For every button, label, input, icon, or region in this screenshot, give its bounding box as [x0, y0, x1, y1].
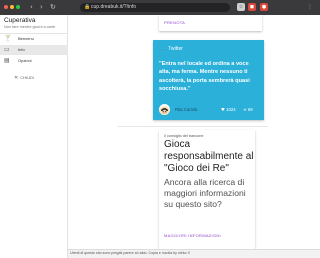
bookmark-icon[interactable]: ☆: [237, 3, 245, 11]
tweet-footer: Rita Cariola ♥ 1024 ⋖ 69: [153, 104, 264, 116]
shares-count: 69: [247, 107, 253, 112]
share-icon: ⋖: [243, 108, 247, 113]
cookie-bar: Utenti di questo sito sono pregati parer…: [68, 249, 320, 258]
forward-arrow-icon[interactable]: ›: [40, 3, 43, 12]
more-info-button[interactable]: MAGGIORI INFORMAZIONI: [164, 233, 221, 238]
likes-count: 1024: [226, 107, 236, 112]
close-window-button[interactable]: [4, 5, 8, 9]
browser-toolbar: ‹ › ↻ 🔒 cup.dreabuk.it/?/info ☆ ◼ ● ⋮: [0, 0, 320, 15]
promo-title: Gioca responsabilmente al "Gioco dei Re": [164, 139, 254, 174]
tweet-user-name[interactable]: Rita Cariola: [175, 107, 197, 112]
sidebar-item-benvenuto[interactable]: 🍸 Benvenu: [0, 34, 68, 44]
sidebar-item-info[interactable]: ▭ Info: [0, 45, 68, 55]
close-icon: ✕: [14, 75, 19, 81]
tweet-shares[interactable]: ⋖ 69: [243, 107, 253, 113]
sidebar-item-label: Info: [18, 47, 25, 52]
promo-body: Ancora alla ricerca di maggiori informaz…: [164, 177, 246, 209]
navigation-drawer: Cuperativa Non fare mentre giochi a cart…: [0, 15, 68, 258]
promo-kicker: Il consiglio del bancone: [164, 134, 204, 138]
tweet-text: "Entra nel locale ed ordina a voce alta,…: [159, 61, 250, 93]
avatar[interactable]: [159, 104, 170, 115]
menu-icon[interactable]: ⋮: [306, 3, 314, 11]
twitter-card: 🐦 Twitter "Entra nel locale ed ordina a v…: [153, 40, 264, 120]
twitter-card-header: 🐦 Twitter: [159, 46, 183, 52]
booking-card: PRENOTA: [159, 15, 262, 31]
app-subtitle: Non fare mentre giochi a carte: [4, 25, 56, 29]
sidebar-item-label: Benvenu: [18, 36, 34, 41]
maximize-window-button[interactable]: [16, 5, 20, 9]
cookie-text: Utenti di questo sito sono pregati parer…: [70, 251, 191, 255]
extension-icon[interactable]: ◼: [248, 3, 256, 11]
heart-icon: ♥: [221, 108, 225, 113]
notification-icon[interactable]: ●: [260, 3, 268, 11]
address-url: cup.dreabuk.it/?/info: [91, 4, 137, 10]
minimize-window-button[interactable]: [10, 5, 14, 9]
promo-card: Il consiglio del bancone Gioca responsab…: [159, 130, 255, 255]
settings-icon: ▤: [4, 57, 10, 64]
twitter-source: Twitter: [168, 46, 183, 52]
lock-icon: 🔒: [84, 4, 91, 10]
sidebar-item-label: Opzioni: [18, 58, 32, 63]
booking-link[interactable]: PRENOTA: [164, 20, 185, 25]
app: Cuperativa Non fare mentre giochi a cart…: [0, 15, 320, 258]
cup-icon: 🍸: [4, 35, 12, 42]
back-arrow-icon[interactable]: ‹: [30, 3, 33, 12]
tweet-likes[interactable]: ♥ 1024: [221, 107, 236, 113]
twitter-bird-icon: 🐦: [159, 46, 166, 52]
close-label: CHIUDI: [20, 75, 34, 80]
info-icon: ▭: [4, 46, 10, 53]
reload-icon[interactable]: ↻: [50, 3, 56, 12]
sidebar-item-opzioni[interactable]: ▤ Opzioni: [0, 56, 68, 66]
main-content: PRENOTA 🐦 Twitter "Entra nel locale ed or…: [68, 15, 320, 258]
address-bar[interactable]: 🔒 cup.dreabuk.it/?/info: [80, 3, 230, 12]
divider: [118, 126, 268, 127]
close-drawer-button[interactable]: ✕ CHIUDI: [14, 75, 34, 81]
app-title: Cuperativa: [4, 17, 36, 24]
